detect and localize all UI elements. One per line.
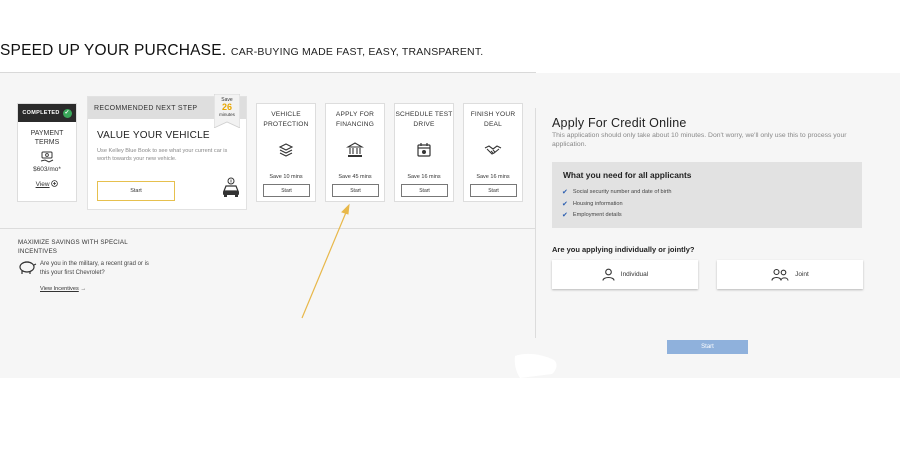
headline-sub: CAR-BUYING MADE FAST, EASY, TRANSPARENT. — [230, 46, 484, 58]
step-title: FINISH YOUR DEAL — [470, 111, 516, 128]
vehicle-protection-start-button[interactable]: Start — [263, 184, 310, 197]
credit-title: Apply For Credit Online — [552, 116, 687, 130]
individual-option-label: Individual — [620, 271, 649, 278]
bank-icon — [346, 142, 364, 157]
completed-badge: COMPLETED ✓ — [18, 104, 76, 122]
requirement-item: ✔ Housing information — [562, 199, 671, 211]
requirements-list: ✔ Social security number and date of birt… — [562, 187, 671, 222]
payment-value: $603/mo* — [33, 166, 61, 173]
completed-step-card: COMPLETED ✓ PAYMENT TERMS $603/mo* View — [17, 103, 77, 202]
handshake-icon — [484, 145, 502, 155]
step-card-apply-financing: APPLY FOR FINANCING Save 45 mins Start — [325, 103, 385, 202]
save-time-ribbon: Save 26 minutes — [214, 94, 240, 128]
credit-start-button[interactable]: Start — [667, 340, 748, 354]
incentives-heading: MAXIMIZE SAVINGS WITH SPECIAL INCENTIVES — [18, 239, 128, 255]
view-payment-link[interactable]: View — [18, 180, 76, 188]
ribbon-minutes-label: minutes — [219, 112, 235, 117]
step-save-time: Save 45 mins — [338, 174, 372, 180]
requirements-box: What you need for all applicants ✔ Social… — [552, 162, 862, 228]
car-value-icon — [223, 177, 239, 197]
step-card-test-drive: SCHEDULE TEST DRIVE Save 16 mins Start — [394, 103, 454, 202]
requirement-item: ✔ Social security number and date of birt… — [562, 187, 671, 199]
applicant-type-question: Are you applying individually or jointly… — [552, 245, 695, 254]
completed-badge-label: COMPLETED — [22, 110, 60, 116]
page-headline: SPEED UP YOUR PURCHASE. CAR-BUYING MADE … — [0, 42, 483, 60]
shield-stack-icon — [278, 143, 294, 157]
requirements-title: What you need for all applicants — [563, 170, 692, 180]
step-title: APPLY FOR FINANCING — [335, 111, 375, 128]
check-circle-icon: ✓ — [62, 108, 72, 118]
section-divider — [0, 228, 536, 229]
decorative-shape — [514, 353, 557, 378]
recommended-title: VALUE YOUR VEHICLE — [97, 130, 210, 141]
calendar-icon — [417, 143, 431, 157]
step-save-time: Save 16 mins — [407, 174, 441, 180]
view-incentives-link[interactable]: View Incentives → — [40, 286, 86, 292]
finish-deal-start-button[interactable]: Start — [470, 184, 517, 197]
person-icon — [602, 268, 615, 281]
requirement-text: Employment details — [572, 212, 622, 218]
money-hand-icon — [40, 151, 54, 163]
view-payment-label: View — [35, 181, 50, 188]
headline-main: SPEED UP YOUR PURCHASE. — [0, 42, 227, 59]
step-card-finish-deal: FINISH YOUR DEAL Save 16 mins Start — [463, 103, 523, 202]
step-title: VEHICLE PROTECTION — [263, 111, 309, 128]
step-save-time: Save 16 mins — [476, 174, 510, 180]
completed-step-title: PAYMENT TERMS — [30, 130, 64, 146]
ribbon-minutes-number: 26 — [221, 102, 232, 112]
apply-financing-start-button[interactable]: Start — [332, 184, 379, 197]
value-vehicle-start-button[interactable]: Start — [97, 181, 175, 201]
step-card-vehicle-protection: VEHICLE PROTECTION Save 10 mins Start — [256, 103, 316, 202]
check-icon: ✔ — [562, 200, 568, 208]
test-drive-start-button[interactable]: Start — [401, 184, 448, 197]
step-title: SCHEDULE TEST DRIVE — [395, 111, 453, 128]
check-icon: ✔ — [562, 189, 568, 197]
circle-plus-icon — [51, 180, 59, 187]
individual-option-button[interactable]: Individual — [552, 260, 698, 289]
joint-option-label: Joint — [795, 271, 809, 278]
arrow-right-icon: → — [80, 286, 86, 292]
step-save-time: Save 10 mins — [269, 174, 303, 180]
requirement-text: Housing information — [572, 200, 623, 207]
credit-description: This application should only take about … — [552, 132, 847, 148]
incentives-description: Are you in the military, a recent grad o… — [40, 261, 149, 276]
recommended-description: Use Kelley Blue Book to see what your cu… — [97, 148, 228, 162]
two-people-icon — [771, 268, 789, 281]
piggy-bank-icon — [19, 261, 37, 274]
requirement-text: Social security number and date of birth — [572, 189, 672, 195]
view-incentives-label: View Incentives — [40, 286, 79, 292]
requirement-item: ✔ Employment details — [562, 210, 671, 222]
joint-option-button[interactable]: Joint — [717, 260, 863, 289]
panel-divider — [535, 108, 536, 338]
check-icon: ✔ — [562, 212, 568, 220]
